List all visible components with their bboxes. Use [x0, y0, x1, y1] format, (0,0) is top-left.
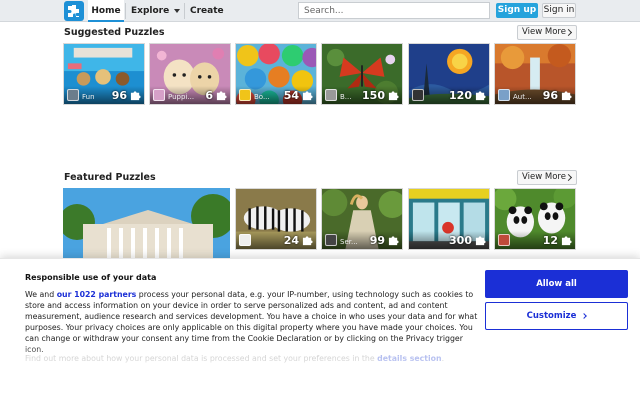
puzzle-piece-icon [302, 91, 313, 101]
customize-button[interactable]: Customize [485, 302, 628, 330]
cookie-text-body: process your personal data, e.g. your IP… [25, 290, 478, 354]
nav-explore-menu[interactable]: Explore [131, 0, 181, 22]
signin-button[interactable]: Sign in [542, 3, 576, 18]
featured-puzzles-title: Featured Puzzles [64, 172, 156, 183]
cookie-more-info: Find out more about how your personal da… [25, 354, 480, 363]
puzzle-author: Aut... [513, 93, 532, 101]
puzzle-piece-icon [475, 91, 486, 101]
puzzle-piece-icon [388, 236, 399, 246]
view-more-label: View More [522, 27, 566, 37]
piece-count: 24 [283, 234, 299, 247]
customize-label: Customize [526, 311, 577, 321]
nav-divider [184, 3, 185, 19]
chevron-right-icon [581, 312, 588, 319]
avatar [239, 89, 251, 101]
allow-all-button[interactable]: Allow all [485, 270, 628, 298]
puzzle-piece-icon [68, 5, 79, 17]
piece-count: 12 [542, 234, 558, 247]
puzzle-author: Fun [82, 93, 95, 101]
piece-count: 96 [111, 89, 127, 102]
puzzle-thumbnail[interactable]: Aut... 96 [494, 43, 576, 105]
signup-button[interactable]: Sign up [496, 3, 538, 18]
cookie-banner-title: Responsible use of your data [25, 273, 157, 282]
jigsaw-logo-icon[interactable] [64, 1, 84, 21]
view-more-label: View More [522, 172, 566, 182]
piece-count: 99 [369, 234, 385, 247]
puzzle-thumbnail[interactable]: 300 [408, 188, 490, 250]
nav-explore-label: Explore [131, 6, 170, 16]
chevron-right-icon [564, 28, 573, 37]
avatar [325, 234, 337, 246]
avatar [153, 89, 165, 101]
puzzle-piece-icon [302, 236, 313, 246]
piece-count: 96 [542, 89, 558, 102]
puzzle-thumbnail[interactable]: Fun 96 [63, 43, 145, 105]
search-input[interactable] [298, 2, 490, 19]
nav-home-link[interactable]: Home [88, 0, 124, 22]
puzzle-thumbnail[interactable]: 120 [408, 43, 490, 105]
cookie-banner-text: We and our 1022 partners process your pe… [25, 289, 480, 355]
piece-count: 6 [205, 89, 213, 102]
avatar [412, 89, 424, 101]
piece-count: 120 [449, 89, 472, 102]
puzzle-thumbnail[interactable]: 12 [494, 188, 576, 250]
piece-count: 54 [283, 89, 299, 102]
featured-puzzle-large[interactable] [63, 188, 230, 258]
puzzle-thumbnail[interactable]: B... 150 [321, 43, 403, 105]
avatar [67, 89, 79, 101]
suggested-puzzles-title: Suggested Puzzles [64, 27, 165, 38]
cookie-more-end: . [441, 354, 445, 363]
partners-link[interactable]: our 1022 partners [57, 290, 137, 299]
piece-count: 150 [362, 89, 385, 102]
chevron-right-icon [564, 173, 573, 182]
avatar [325, 89, 337, 101]
featured-view-more-button[interactable]: View More [517, 170, 577, 185]
chevron-down-icon [174, 8, 181, 13]
puzzle-piece-icon [561, 91, 572, 101]
puzzle-thumbnail[interactable]: Bo... 54 [235, 43, 317, 105]
puzzle-piece-icon [388, 91, 399, 101]
puzzle-thumbnail[interactable]: Puppi... 6 [149, 43, 231, 105]
cookie-text-intro: We and [25, 290, 57, 299]
suggested-view-more-button[interactable]: View More [517, 25, 577, 40]
top-navigation-bar: Home Explore Create Sign up Sign in [0, 0, 640, 22]
puzzle-author: Ser... [340, 238, 358, 246]
avatar [498, 234, 510, 246]
puzzle-piece-icon [130, 91, 141, 101]
puzzle-piece-icon [475, 236, 486, 246]
puzzle-image [63, 188, 230, 258]
puzzle-thumbnail[interactable]: Ser... 99 [321, 188, 403, 250]
puzzle-piece-icon [561, 236, 572, 246]
avatar [498, 89, 510, 101]
puzzle-piece-icon [216, 91, 227, 101]
piece-count: 300 [449, 234, 472, 247]
cookie-more-text: Find out more about how your personal da… [25, 354, 378, 363]
details-section-link[interactable]: details section [377, 354, 441, 363]
puzzle-author: Bo... [254, 93, 270, 101]
puzzle-thumbnail[interactable]: 24 [235, 188, 317, 250]
puzzle-author: Puppi... [168, 93, 195, 101]
nav-create-link[interactable]: Create [190, 0, 224, 22]
avatar [239, 234, 251, 246]
cookie-consent-banner: Responsible use of your data We and our … [0, 258, 640, 400]
puzzle-author: B... [340, 93, 352, 101]
nav-divider [125, 3, 126, 19]
